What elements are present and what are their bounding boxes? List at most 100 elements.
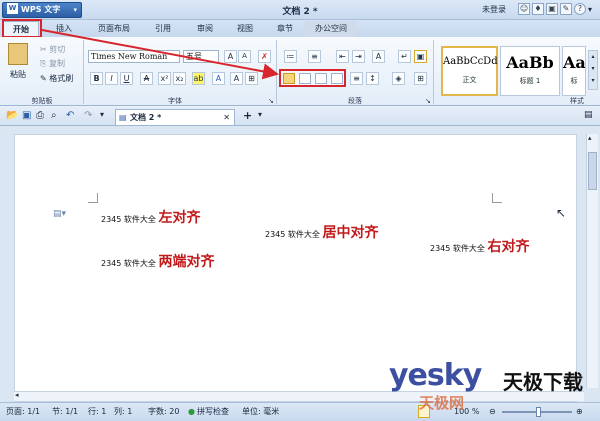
copy-icon: ⎘ [40, 59, 49, 68]
subscript-icon[interactable]: x₂ [173, 72, 186, 85]
tab-list-dropdown-icon[interactable]: ▾ [258, 110, 262, 119]
open-icon[interactable]: 📂 [6, 110, 18, 121]
align-right-icon[interactable] [315, 73, 327, 84]
close-icon[interactable]: ✕ [223, 110, 230, 125]
clear-format-icon[interactable]: ✗ [258, 50, 271, 63]
show-marks-icon[interactable]: ↵ [398, 50, 411, 63]
update-icon[interactable]: ▣ [546, 3, 558, 15]
align-justify-icon[interactable] [331, 73, 343, 84]
style-heading-1[interactable]: AaBb 标题 1 [500, 46, 560, 96]
bold-icon[interactable]: B [90, 72, 103, 85]
strikethrough-icon[interactable]: A [140, 72, 153, 85]
divider [276, 40, 277, 104]
line-spacing-icon[interactable]: ↕ [366, 72, 379, 85]
save-icon[interactable]: ▣ [22, 110, 31, 121]
help-dropdown-icon[interactable]: ▾ [588, 5, 592, 14]
new-tab-icon[interactable]: + [243, 109, 252, 122]
print-preview-icon[interactable]: ⌕ [51, 110, 57, 121]
tab-view[interactable]: 视图 [230, 21, 260, 37]
style-normal[interactable]: AaBbCcDd 正文 [441, 46, 498, 96]
help-icon[interactable]: ? [574, 3, 586, 15]
align-center-icon[interactable] [299, 73, 311, 84]
left-align-label: 左对齐 [158, 210, 201, 226]
document-tab[interactable]: ▤ 文档 2 * ✕ [115, 109, 235, 125]
line-center-aligned: 2345 软件大全 居中对齐 [265, 225, 379, 241]
skin-icon[interactable]: ♦ [532, 3, 544, 15]
login-status[interactable]: 未登录 [482, 4, 506, 15]
watermark: yesky 天极下载 天极网 [389, 358, 600, 421]
superscript-icon[interactable]: x² [158, 72, 171, 85]
numbering-icon[interactable]: ≡ [308, 50, 321, 63]
distributed-align-icon[interactable]: ≡ [350, 72, 363, 85]
mouse-cursor-icon: ↖ [556, 206, 567, 220]
highlight-icon[interactable]: ab [192, 72, 205, 85]
collapse-ribbon-icon[interactable]: ▤ [584, 110, 593, 120]
status-row: 行: 1 [88, 407, 107, 416]
tab-references[interactable]: 引用 [148, 21, 178, 37]
tab-review[interactable]: 审阅 [190, 21, 220, 37]
bullets-icon[interactable]: ≔ [284, 50, 297, 63]
margin-mark [88, 193, 98, 203]
chinese-layout-icon[interactable]: A [372, 50, 385, 63]
line-justified: 2345 软件大全 两端对齐 [101, 254, 215, 270]
line-left-aligned: 2345 软件大全 左对齐 [101, 210, 201, 226]
tab-page-layout[interactable]: 页面布局 [88, 21, 140, 37]
tab-chapter[interactable]: 章节 [270, 21, 300, 37]
increase-indent-icon[interactable]: ⇥ [352, 50, 365, 63]
scroll-left-icon[interactable]: ◂ [15, 391, 19, 399]
styles-scroll[interactable]: ▴ ▾ ▾ [588, 50, 598, 90]
spell-check-toggle[interactable]: 拼写检查 [197, 403, 229, 420]
settings-icon[interactable]: ✎ [560, 3, 572, 15]
font-group-label: 字体 [168, 97, 182, 105]
paragraph-dialog-launcher-icon[interactable]: ↘ [425, 97, 431, 105]
app-name: WPS 文字 [21, 5, 61, 14]
italic-icon[interactable]: I [105, 72, 118, 85]
font-size-select[interactable]: 五号 [183, 50, 219, 63]
font-color-icon[interactable]: A [212, 72, 225, 85]
home-tab-highlight [2, 19, 42, 38]
watermark-sub: 天极网 [419, 394, 465, 412]
borders-icon[interactable]: ⊞ [414, 72, 427, 85]
paste-button[interactable]: 粘贴 [10, 68, 26, 81]
format-painter-button[interactable]: ✎ 格式刷 [40, 72, 73, 85]
style-heading-2[interactable]: Aa 标 [562, 46, 586, 96]
paste-options-icon[interactable]: ▤▾ [53, 209, 66, 219]
font-dialog-launcher-icon[interactable]: ↘ [268, 97, 274, 105]
cut-button[interactable]: ✂ 剪切 [40, 43, 65, 56]
shading-icon[interactable]: ◈ [392, 72, 405, 85]
quick-access-dropdown-icon[interactable]: ▾ [100, 110, 104, 119]
undo-icon[interactable]: ↶ [66, 110, 74, 121]
user-icon[interactable]: ☺ [518, 3, 530, 15]
document-icon: ▤ [119, 113, 127, 122]
watermark-brand: yesky [389, 358, 482, 393]
styles-group-label: 样式 [570, 97, 584, 105]
status-page: 页面: 1/1 [6, 407, 41, 416]
char-shading-icon[interactable]: A [230, 72, 243, 85]
status-col: 列: 1 [114, 407, 133, 416]
decrease-indent-icon[interactable]: ⇤ [336, 50, 349, 63]
app-menu-button[interactable]: W WPS 文字 ▾ [2, 2, 82, 18]
window-title: 文档 2 * [282, 7, 318, 17]
paragraph-group-label: 段落 [348, 97, 362, 105]
scroll-up-icon[interactable]: ▴ [588, 134, 592, 142]
right-align-label: 右对齐 [487, 239, 530, 255]
char-border-icon[interactable]: ⊞ [245, 72, 258, 85]
vertical-scrollbar[interactable]: ▴ [586, 134, 598, 388]
tab-insert[interactable]: 插入 [47, 21, 81, 37]
font-name-select[interactable]: Times New Roman [88, 50, 180, 63]
print-icon[interactable]: ⎙ [36, 110, 44, 121]
paragraph-marks-icon[interactable]: ▣ [414, 50, 427, 63]
redo-icon[interactable]: ↷ [84, 110, 92, 121]
divider [83, 40, 84, 104]
paste-icon[interactable] [8, 43, 28, 65]
tab-office-space[interactable]: 办公空间 [305, 21, 357, 37]
shrink-font-icon[interactable]: A [238, 50, 251, 63]
scrollbar-thumb[interactable] [588, 152, 597, 190]
align-left-icon[interactable] [283, 73, 295, 84]
copy-button[interactable]: ⎘ 复制 [40, 57, 65, 70]
clipboard-group-label: 剪贴板 [31, 97, 53, 105]
status-words: 字数: 20 [148, 407, 180, 416]
grow-font-icon[interactable]: A [224, 50, 237, 63]
line-right-aligned: 2345 软件大全 右对齐 [430, 239, 530, 255]
underline-icon[interactable]: U [120, 72, 133, 85]
